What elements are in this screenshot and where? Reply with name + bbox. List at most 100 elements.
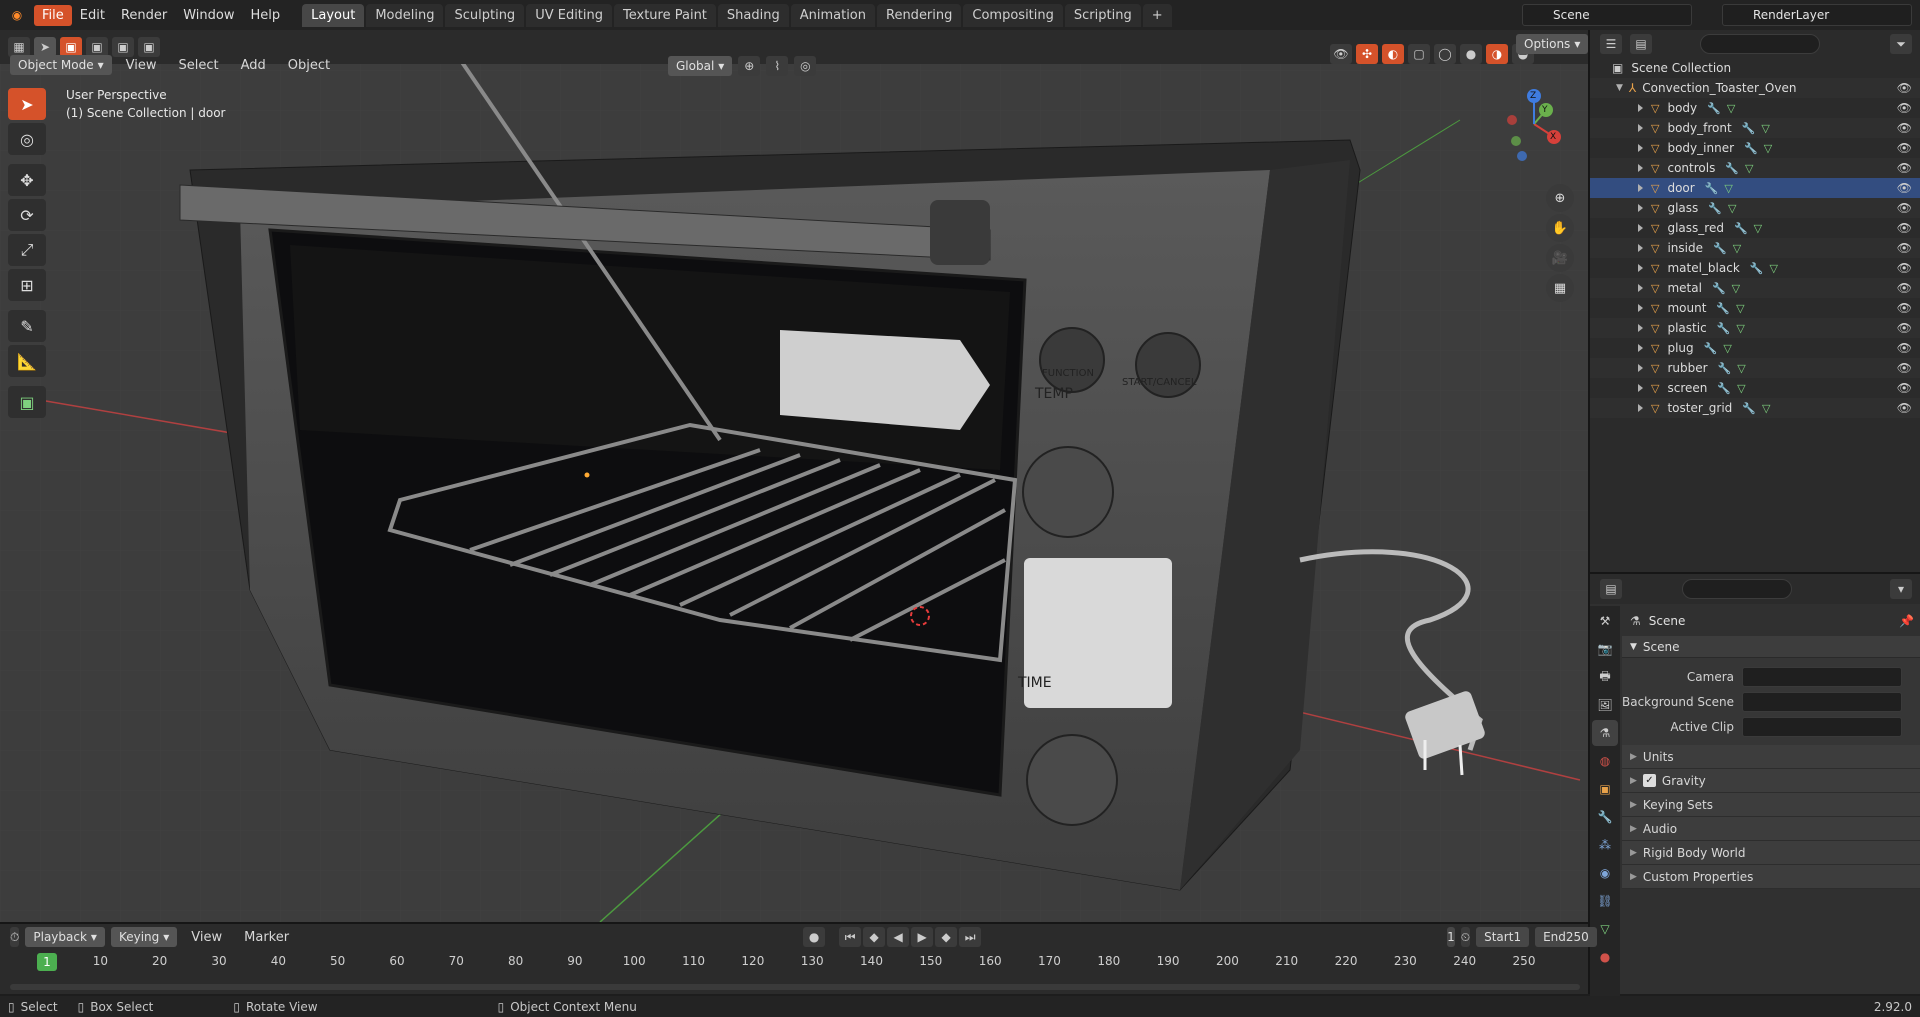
expand-arrow-icon[interactable]	[1638, 364, 1643, 372]
rotate-tool-icon[interactable]: ⟳	[8, 199, 46, 231]
constraints-tab-icon[interactable]: ⛓	[1592, 888, 1618, 914]
modifier-wrench-icon[interactable]: 🔧	[1717, 322, 1731, 335]
object-mode-dropdown[interactable]: Object Mode ▾	[10, 55, 112, 75]
ortho-grid-icon[interactable]: ▦	[1546, 274, 1574, 302]
tab-sculpting[interactable]: Sculpting	[445, 3, 525, 27]
mesh-data-icon[interactable]: ▽	[1727, 102, 1735, 115]
rigid-body-world-panel[interactable]: ▶ Rigid Body World	[1622, 841, 1920, 865]
outliner-object-row[interactable]: ▽ glass 🔧 ▽ 👁	[1590, 198, 1920, 218]
collection-row[interactable]: ▼ ⅄ Convection_Toaster_Oven 👁	[1590, 78, 1920, 98]
visibility-eye-icon[interactable]: 👁	[1897, 361, 1912, 375]
mesh-data-icon[interactable]: ▽	[1736, 302, 1744, 315]
mesh-data-icon[interactable]: ▽	[1737, 362, 1745, 375]
timeline-editor-type-icon[interactable]: ⏱	[10, 927, 20, 947]
modifier-tab-icon[interactable]: 🔧	[1592, 804, 1618, 830]
material-shading-icon[interactable]: ◑	[1486, 44, 1508, 64]
scene-panel-header[interactable]: ▼ Scene	[1622, 636, 1920, 658]
audio-panel[interactable]: ▶ Audio	[1622, 817, 1920, 841]
tab-rendering[interactable]: Rendering	[877, 3, 962, 27]
modifier-wrench-icon[interactable]: 🔧	[1708, 202, 1722, 215]
3d-viewport[interactable]: FUNCTION START/CANCEL TEMP TIME ▦ ➤ ▣ ▣ …	[0, 30, 1588, 922]
timeline-scrollbar[interactable]	[10, 984, 1580, 990]
move-tool-icon[interactable]: ✥	[8, 164, 46, 196]
blender-logo-icon[interactable]: ◉	[6, 5, 28, 25]
expand-arrow-icon[interactable]	[1638, 284, 1643, 292]
expand-arrow-icon[interactable]	[1638, 224, 1643, 232]
keying-dropdown[interactable]: Keying ▾	[110, 927, 178, 947]
expand-arrow-icon[interactable]	[1638, 244, 1643, 252]
outliner-object-row[interactable]: ▽ door 🔧 ▽ 👁	[1590, 178, 1920, 198]
editor-type-icon[interactable]: ▦	[8, 37, 30, 57]
menu-select[interactable]: Select	[170, 56, 226, 75]
render-tab-icon[interactable]: 📷	[1592, 636, 1618, 662]
gravity-checkbox[interactable]: ✓	[1642, 774, 1656, 787]
outliner-object-row[interactable]: ▽ body_inner 🔧 ▽ 👁	[1590, 138, 1920, 158]
menu-object[interactable]: Object	[280, 56, 338, 75]
tool-tab-icon[interactable]: ⚒	[1592, 608, 1618, 634]
menu-help[interactable]: Help	[243, 5, 289, 26]
menu-edit[interactable]: Edit	[72, 5, 113, 26]
transform-orientation-dropdown[interactable]: Global ▾	[668, 56, 733, 76]
record-icon[interactable]: ●	[803, 927, 826, 947]
select-mode-intersect-icon[interactable]: ▣	[138, 37, 160, 57]
preview-range-icon[interactable]: ⏲	[1460, 927, 1471, 947]
tab-shading[interactable]: Shading	[717, 3, 789, 27]
mesh-data-icon[interactable]: ▽	[1762, 402, 1770, 415]
modifier-wrench-icon[interactable]: 🔧	[1742, 122, 1756, 135]
scene-selector[interactable]: Scene	[1522, 4, 1692, 26]
expand-arrow-icon[interactable]	[1638, 324, 1643, 332]
expand-arrow-icon[interactable]	[1638, 384, 1643, 392]
modifier-wrench-icon[interactable]: 🔧	[1742, 402, 1756, 415]
menu-file[interactable]: File	[34, 4, 72, 26]
select-mode-subtract-icon[interactable]: ▣	[112, 37, 134, 57]
scene-collection-row[interactable]: ▣ Scene Collection	[1590, 58, 1920, 78]
playback-dropdown[interactable]: Playback ▾	[25, 927, 105, 947]
outliner-object-row[interactable]: ▽ plastic 🔧 ▽ 👁	[1590, 318, 1920, 338]
modifier-wrench-icon[interactable]: 🔧	[1716, 302, 1730, 315]
pan-hand-icon[interactable]: ✋	[1546, 214, 1574, 242]
custom-properties-panel[interactable]: ▶ Custom Properties	[1622, 865, 1920, 889]
timeline-ruler[interactable]: 10 20 30 40 50 60 70 80 90 100 110 120 130 140 150 160 1…	[0, 952, 1588, 972]
outliner-editor-type-icon[interactable]: ☰	[1600, 34, 1622, 54]
select-mode-extend-icon[interactable]: ▣	[86, 37, 108, 57]
outliner-search-input[interactable]	[1700, 34, 1820, 54]
menu-render[interactable]: Render	[113, 5, 175, 26]
visibility-eye-icon[interactable]: 👁	[1897, 81, 1912, 95]
cursor-tool-icon[interactable]: ◎	[8, 123, 46, 155]
mesh-data-icon[interactable]: ▽	[1745, 162, 1753, 175]
properties-options-icon[interactable]: ▾	[1890, 579, 1912, 599]
mesh-data-icon[interactable]: ▽	[1736, 322, 1744, 335]
modifier-wrench-icon[interactable]: 🔧	[1704, 342, 1718, 355]
proportional-edit-icon[interactable]: ◎	[794, 56, 817, 76]
add-workspace-button[interactable]: +	[1142, 3, 1172, 27]
modifier-wrench-icon[interactable]: 🔧	[1744, 142, 1758, 155]
mesh-data-icon[interactable]: ▽	[1754, 222, 1762, 235]
expand-arrow-icon[interactable]	[1638, 204, 1643, 212]
outliner-object-row[interactable]: ▽ toster_grid 🔧 ▽ 👁	[1590, 398, 1920, 418]
modifier-wrench-icon[interactable]: 🔧	[1718, 362, 1732, 375]
pin-icon[interactable]: 📌	[1899, 614, 1914, 628]
annotate-tool-icon[interactable]: ✎	[8, 310, 46, 342]
current-frame-field[interactable]: 1	[1447, 927, 1455, 947]
timeline-menu-marker[interactable]: Marker	[236, 928, 297, 947]
visibility-eye-icon[interactable]: 👁	[1897, 301, 1912, 315]
view-layer-tab-icon[interactable]: 🖼	[1592, 692, 1618, 718]
wireframe-shading-icon[interactable]: ◯	[1434, 44, 1456, 64]
expand-arrow-icon[interactable]	[1638, 104, 1643, 112]
expand-arrow-icon[interactable]	[1638, 124, 1643, 132]
outliner-object-row[interactable]: ▽ mount 🔧 ▽ 👁	[1590, 298, 1920, 318]
expand-arrow-icon[interactable]: ▼	[1616, 83, 1623, 93]
modifier-wrench-icon[interactable]: 🔧	[1713, 242, 1727, 255]
end-frame-field[interactable]: End 250	[1535, 927, 1597, 947]
visibility-eye-icon[interactable]: 👁	[1897, 261, 1912, 275]
world-tab-icon[interactable]: ◍	[1592, 748, 1618, 774]
start-frame-field[interactable]: Start 1	[1476, 927, 1530, 947]
menu-add[interactable]: Add	[233, 56, 274, 75]
scene-tab-icon[interactable]: ⚗	[1592, 720, 1618, 746]
object-tab-icon[interactable]: ▣	[1592, 776, 1618, 802]
camera-view-icon[interactable]: 🎥	[1546, 244, 1574, 272]
menu-window[interactable]: Window	[175, 5, 242, 26]
modifier-wrench-icon[interactable]: 🔧	[1750, 262, 1764, 275]
keying-sets-panel[interactable]: ▶ Keying Sets	[1622, 793, 1920, 817]
mesh-data-icon[interactable]: ▽	[1723, 342, 1731, 355]
